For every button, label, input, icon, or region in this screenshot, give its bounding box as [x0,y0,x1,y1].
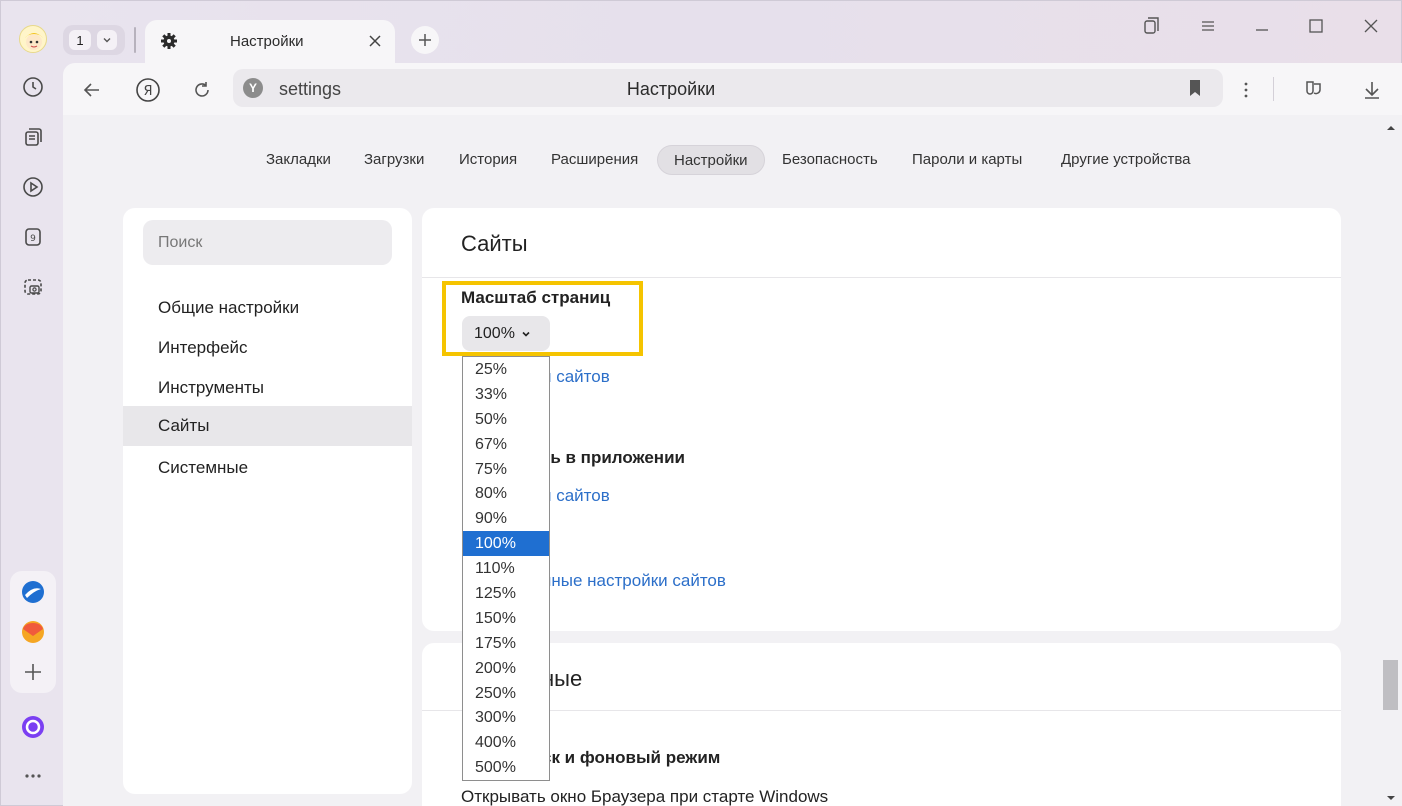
nav-passwords-cards[interactable]: Пароли и карты [912,145,1022,175]
zoom-option[interactable]: 25% [463,357,549,382]
mail-app-icon[interactable] [15,614,51,650]
zoom-option[interactable]: 110% [463,556,549,581]
chevron-down-icon [97,30,117,50]
bookmark-icon[interactable] [1187,79,1203,97]
sidebar-item-system[interactable]: Системные [123,448,412,488]
sidebar-item-sites[interactable]: Сайты [123,406,412,446]
startup-label: ск и фоновый режим [542,748,721,767]
reload-icon[interactable] [187,75,217,105]
search-input[interactable]: Поиск [143,220,392,265]
zoom-option[interactable]: 75% [463,457,549,482]
menu-icon[interactable] [1193,13,1223,39]
scrollbar-thumb[interactable] [1383,660,1398,710]
sites-link-2[interactable]: и сайтов [542,486,610,506]
tab-settings[interactable]: Настройки [145,20,395,64]
system-card: ные ск и фоновый режим Открывать окно Бр… [422,643,1341,806]
sites-card: Сайты Масштаб страниц и сайтов ть в прил… [422,208,1341,631]
zoom-option[interactable]: 50% [463,407,549,432]
zoom-option[interactable]: 80% [463,481,549,506]
toolbar-separator [1273,77,1274,101]
card-divider [422,710,1341,711]
zoom-option[interactable]: 175% [463,631,549,656]
close-icon[interactable] [365,31,385,51]
sidebar-item-general[interactable]: Общие настройки [123,288,412,328]
tab-separator [134,27,136,53]
add-app-icon[interactable] [15,654,51,690]
browser-content: Я Y settings Настройки Закладки Загрузки… [63,63,1402,806]
more-vertical-icon[interactable] [1231,75,1261,105]
tab-counter[interactable]: 1 [63,25,125,55]
zoom-select-value: 100% [474,324,515,342]
alice-icon[interactable] [15,709,51,745]
zoom-option-selected[interactable]: 100% [463,531,549,557]
settings-sidebar: Поиск Общие настройки Интерфейс Инструме… [123,208,412,794]
yandex-logo-icon[interactable]: Я [133,75,163,105]
messenger-app-icon[interactable] [15,574,51,610]
play-icon[interactable] [15,169,51,205]
bookmarks-panel-icon[interactable] [1137,13,1167,39]
settings-top-nav: Закладки Загрузки История Расширения Нас… [63,145,1402,177]
zoom-option[interactable]: 250% [463,681,549,706]
close-window-icon[interactable] [1356,13,1386,39]
open-in-app-label: ть в приложении [542,448,685,467]
nav-security[interactable]: Безопасность [782,145,878,175]
address-page-title: Настройки [626,79,716,99]
svg-text:Я: Я [143,84,152,99]
advanced-sites-link[interactable]: нные настройки сайтов [542,571,726,591]
side-panel: 9 [1,1,63,806]
plus-icon [419,34,431,46]
nav-downloads[interactable]: Загрузки [364,145,424,175]
zoom-option[interactable]: 200% [463,656,549,681]
zoom-option[interactable]: 67% [463,432,549,457]
new-tab-button[interactable] [411,26,439,54]
tab-count: 1 [69,30,91,50]
zoom-option[interactable]: 90% [463,506,549,531]
address-bar[interactable]: Y settings Настройки [233,69,1223,107]
screenshot-icon[interactable] [15,269,51,305]
zoom-select[interactable]: 100% [462,316,550,351]
settings-page: Закладки Загрузки История Расширения Нас… [63,115,1402,806]
more-icon[interactable] [15,758,51,794]
zoom-option[interactable]: 500% [463,755,549,780]
startup-option-text[interactable]: Открывать окно Браузера при старте Windo… [461,787,828,806]
maximize-icon[interactable] [1301,13,1331,39]
protect-icon[interactable] [1299,75,1329,105]
browser-window: 9 1 Настройки Я Y settings Настройки Зак… [0,0,1402,806]
nav-other-devices[interactable]: Другие устройства [1061,145,1190,175]
profile-avatar[interactable] [19,25,47,53]
nav-history[interactable]: История [459,145,517,175]
zoom-option[interactable]: 150% [463,606,549,631]
scroll-down-icon[interactable] [1386,790,1396,800]
download-icon[interactable] [1357,75,1387,105]
tab-title: Настройки [230,33,304,50]
zoom-option[interactable]: 33% [463,382,549,407]
chevron-down-icon [522,331,530,337]
collections-icon[interactable] [15,119,51,155]
card-divider [422,277,1341,278]
sites-link-1[interactable]: и сайтов [542,367,610,387]
zoom-option[interactable]: 300% [463,705,549,730]
zoom-option[interactable]: 125% [463,581,549,606]
toolbar: Я Y settings Настройки [63,63,1402,115]
scroll-up-icon[interactable] [1386,120,1396,130]
calendar-icon[interactable]: 9 [15,219,51,255]
gear-icon [159,31,179,51]
nav-bookmarks[interactable]: Закладки [266,145,331,175]
svg-text:9: 9 [30,234,36,244]
history-icon[interactable] [15,69,51,105]
back-arrow-icon[interactable] [77,75,107,105]
sidebar-item-tools[interactable]: Инструменты [123,368,412,408]
nav-extensions[interactable]: Расширения [551,145,638,175]
minimize-icon[interactable] [1247,13,1277,39]
sites-card-title: Сайты [461,231,528,256]
avatar-icon [25,33,43,50]
sidebar-item-interface[interactable]: Интерфейс [123,328,412,368]
zoom-option[interactable]: 400% [463,730,549,755]
zoom-dropdown: 25% 33% 50% 67% 75% 80% 90% 100% 110% 12… [462,356,550,781]
nav-settings[interactable]: Настройки [657,145,765,175]
